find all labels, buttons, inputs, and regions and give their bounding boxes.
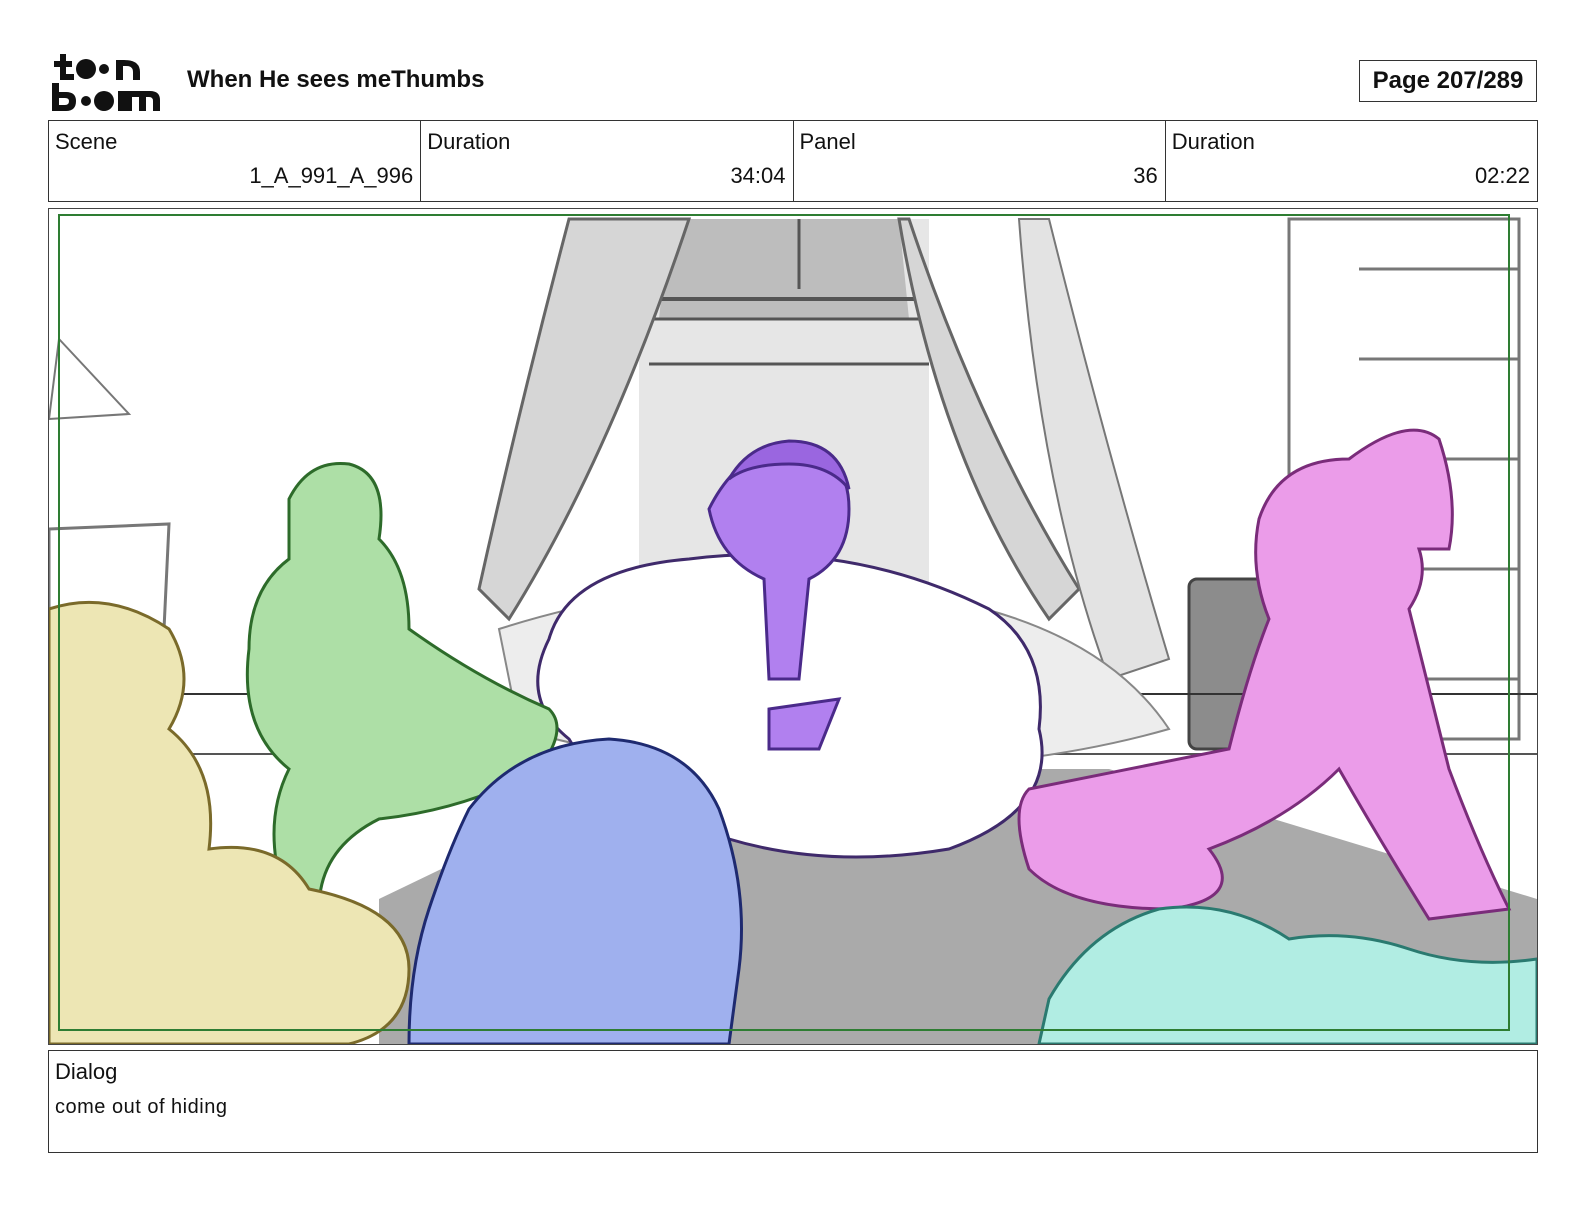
storyboard-panel <box>48 208 1538 1045</box>
scene-cell: Scene 1_A_991_A_996 <box>49 121 422 201</box>
page-indicator: Page 207/289 <box>1359 60 1537 102</box>
dialog-box: Dialog come out of hiding <box>48 1050 1538 1153</box>
scene-label: Scene <box>55 129 118 154</box>
document-title: When He sees meThumbs <box>187 66 485 93</box>
scene-duration-cell: Duration 34:04 <box>421 121 794 201</box>
scene-value: 1_A_991_A_996 <box>249 163 414 188</box>
panel-duration-value: 02:22 <box>1474 163 1530 188</box>
panel-duration-label: Duration <box>1171 129 1255 154</box>
dialog-text: come out of hiding <box>55 1096 228 1118</box>
scene-duration-label: Duration <box>427 129 511 154</box>
scene-info-row: Scene 1_A_991_A_996 Duration 34:04 Panel… <box>48 120 1538 202</box>
panel-label: Panel <box>799 129 856 154</box>
panel-cell: Panel 36 <box>794 121 1166 201</box>
toonboom-logo <box>50 50 162 112</box>
panel-sketch <box>49 209 1537 1044</box>
panel-duration-cell: Duration 02:22 <box>1166 121 1537 201</box>
dialog-label: Dialog <box>55 1059 118 1084</box>
panel-value: 36 <box>1133 163 1158 188</box>
scene-duration-value: 34:04 <box>730 163 786 188</box>
window-glass-top <box>659 219 909 319</box>
